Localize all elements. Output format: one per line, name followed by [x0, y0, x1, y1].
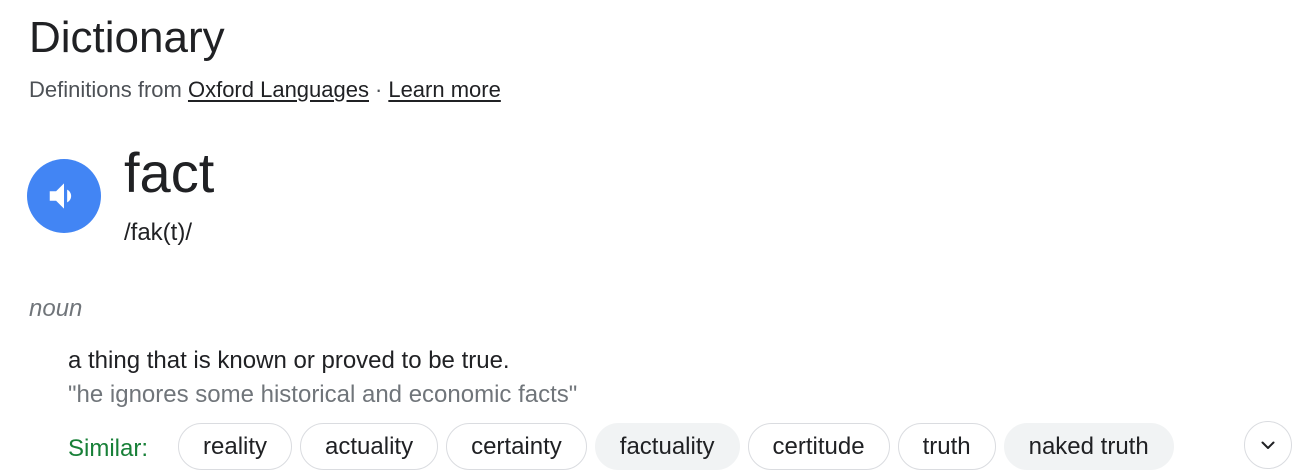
pronunciation-audio-button[interactable] — [27, 159, 101, 233]
dictionary-title: Dictionary — [29, 13, 225, 62]
similar-word-chip[interactable]: reality — [178, 422, 293, 470]
similar-word-chip[interactable]: factuality — [594, 422, 740, 470]
similar-label: Similar: — [68, 435, 149, 462]
source-prefix: Definitions from — [29, 77, 182, 102]
expand-similar-button[interactable] — [1244, 421, 1292, 469]
example-sentence: "he ignores some historical and economic… — [68, 381, 578, 408]
headword: fact — [124, 141, 215, 204]
similar-word-chip[interactable]: naked truth — [1003, 422, 1174, 470]
dictionary-source: Definitions from Oxford Languages · Learn … — [29, 76, 501, 104]
similar-words-list: reality actuality certainty factuality c… — [178, 422, 1174, 470]
learn-more-link[interactable]: Learn more — [388, 77, 501, 102]
similar-word-chip[interactable]: certitude — [747, 422, 890, 470]
similar-word-chip[interactable]: certainty — [446, 422, 587, 470]
similar-word-chip[interactable]: actuality — [300, 422, 439, 470]
oxford-languages-link[interactable]: Oxford Languages — [188, 77, 369, 102]
source-separator: · — [375, 77, 383, 102]
chevron-down-icon — [1261, 441, 1275, 449]
phonetic-spelling: /fak(t)/ — [124, 219, 193, 246]
speaker-icon — [49, 183, 72, 209]
definition-text: a thing that is known or proved to be tr… — [68, 347, 510, 374]
similar-word-chip[interactable]: truth — [897, 422, 996, 470]
part-of-speech: noun — [29, 295, 83, 322]
